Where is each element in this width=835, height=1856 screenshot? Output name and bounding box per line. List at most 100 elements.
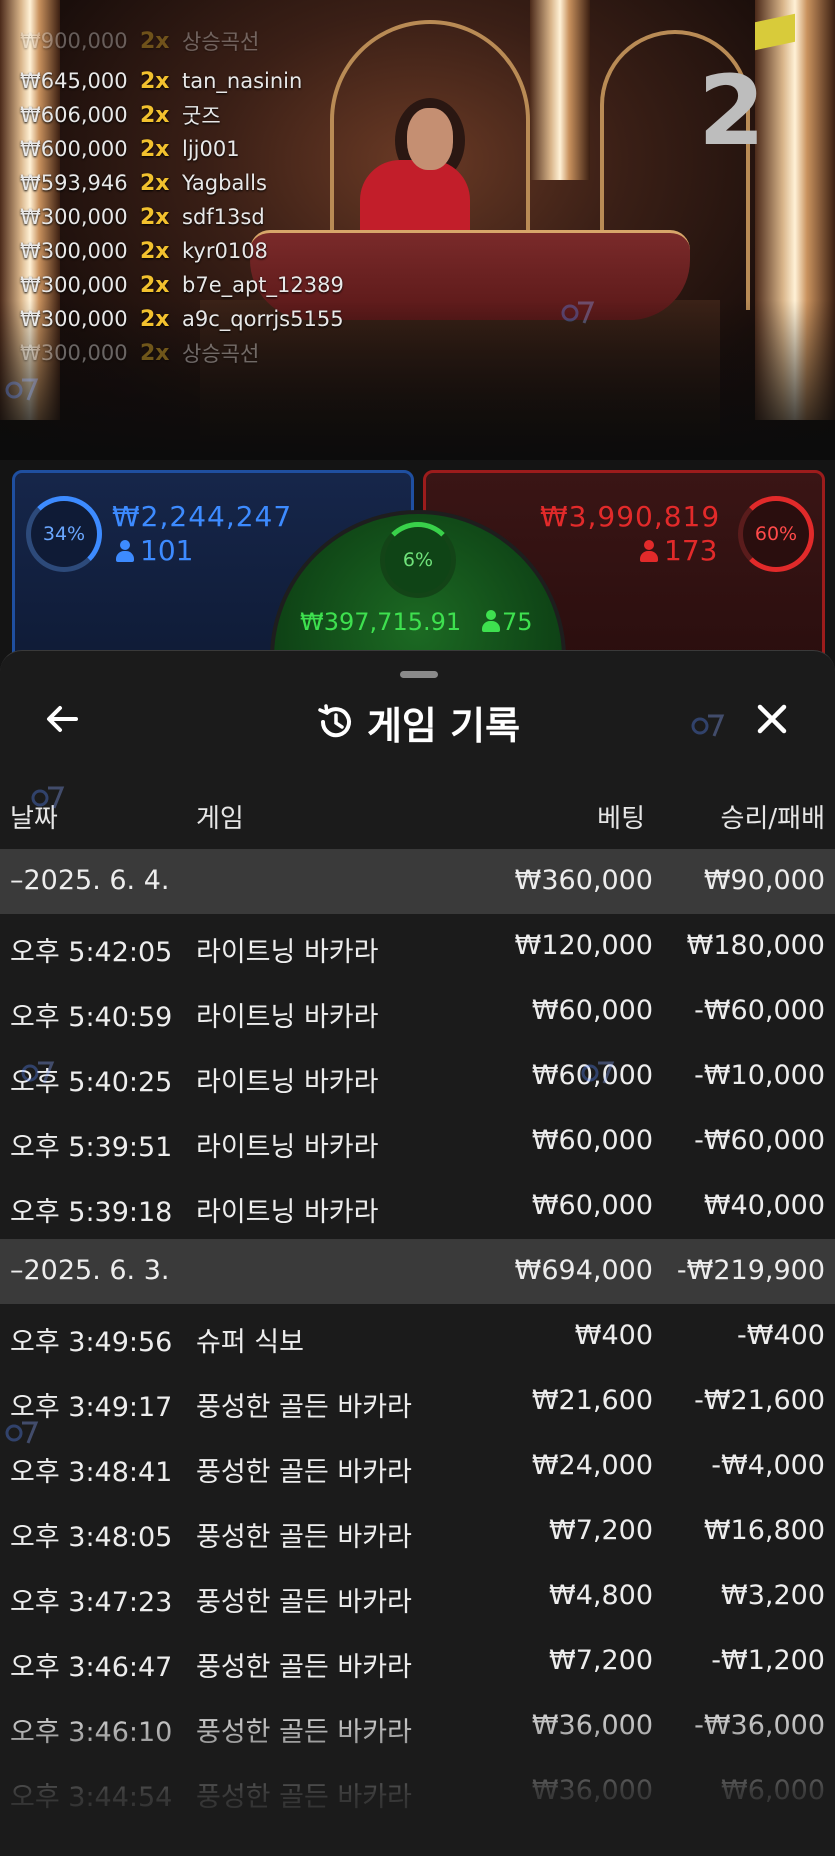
- dealer-face: [407, 108, 453, 170]
- history-winloss: -₩10,000: [694, 1060, 825, 1091]
- history-winloss: ₩16,800: [703, 1515, 825, 1546]
- leaderboard-multiplier: 2x: [140, 238, 170, 264]
- history-bet: ₩120,000: [514, 930, 653, 961]
- player-percent: 34%: [42, 523, 86, 545]
- leaderboard-multiplier: 2x: [140, 102, 170, 128]
- tie-total-bet: ₩397,715.91: [300, 608, 462, 636]
- history-game: 풍성한 골든 바카라: [196, 1587, 412, 1618]
- leaderboard-username: 굿즈: [182, 104, 221, 128]
- history-winloss: -₩4,000: [711, 1450, 825, 1481]
- banker-percent-ring: 60%: [738, 496, 814, 572]
- leaderboard-row: ₩645,000 2x tan_nasinin: [20, 64, 344, 98]
- leaderboard-row: ₩600,000 2x ljj001: [20, 132, 344, 166]
- round-number: 2: [698, 55, 765, 167]
- history-time: 오후 3:49:56: [10, 1327, 173, 1358]
- history-bet: ₩36,000: [531, 1710, 653, 1741]
- history-time: 오후 3:48:41: [10, 1457, 173, 1488]
- history-bet: ₩694,000: [514, 1255, 653, 1286]
- watermark-logo-icon: [4, 1415, 40, 1451]
- history-bet: ₩7,200: [549, 1645, 653, 1676]
- leaderboard-amount: ₩600,000: [20, 137, 128, 161]
- history-bet: ₩60,000: [531, 995, 653, 1026]
- history-game: 풍성한 골든 바카라: [196, 1717, 412, 1748]
- winners-leaderboard-list: ₩645,000 2x tan_nasinin ₩606,000 2x 굿즈 ₩600,00…: [20, 64, 344, 370]
- watermark-logo-icon: [580, 1055, 616, 1091]
- history-row: 오후 3:46:10 풍성한 골든 바카라 ₩36,000 -₩36,000: [0, 1694, 835, 1759]
- history-row: 오후 3:44:54 풍성한 골든 바카라 ₩36,000 ₩6,000: [0, 1759, 835, 1824]
- leaderboard-amount: ₩300,000: [20, 307, 128, 331]
- history-game: 라이트닝 바카라: [196, 1067, 379, 1098]
- tie-count-value: 75: [502, 608, 533, 636]
- leaderboard-row: ₩300,000 2x sdf13sd: [20, 200, 344, 234]
- history-time: 오후 3:44:54: [10, 1782, 173, 1813]
- history-row: 오후 5:42:05 라이트닝 바카라 ₩120,000 ₩180,000: [0, 914, 835, 979]
- history-row: 오후 5:40:59 라이트닝 바카라 ₩60,000 -₩60,000: [0, 979, 835, 1044]
- leaderboard-username: b7e_apt_12389: [182, 273, 344, 297]
- history-time: –2025. 6. 3.: [10, 1255, 170, 1286]
- leaderboard-multiplier: 2x: [140, 306, 170, 332]
- column-header-bet: 베팅: [597, 804, 645, 834]
- leaderboard-row: ₩300,000 2x a9c_qorrjs5155: [20, 302, 344, 336]
- watermark-logo-icon: [560, 295, 596, 331]
- leaderboard-username: a9c_qorrjs5155: [182, 307, 344, 331]
- banker-count-value: 173: [664, 534, 718, 567]
- leaderboard-amount: ₩300,000: [20, 205, 128, 229]
- person-icon: [640, 540, 658, 562]
- person-icon: [116, 540, 134, 562]
- history-time: 오후 5:40:59: [10, 1002, 173, 1033]
- history-winloss: ₩90,000: [703, 865, 825, 896]
- leaderboard-row: ₩300,000 2x b7e_apt_12389: [20, 268, 344, 302]
- history-winloss: ₩40,000: [703, 1190, 825, 1221]
- leaderboard-amount: ₩645,000: [20, 69, 128, 93]
- history-game: 풍성한 골든 바카라: [196, 1522, 412, 1553]
- sheet-drag-handle[interactable]: [400, 671, 438, 678]
- history-game: 라이트닝 바카라: [196, 1002, 379, 1033]
- history-winloss: -₩219,900: [676, 1255, 825, 1286]
- banker-percent: 60%: [754, 523, 798, 545]
- history-row: 오후 3:48:41 풍성한 골든 바카라 ₩24,000 -₩4,000: [0, 1434, 835, 1499]
- leaderboard-row: ₩900,000 2x 상승곡선: [20, 30, 260, 52]
- history-time: 오후 5:39:18: [10, 1197, 173, 1228]
- watermark-logo-icon: [20, 1055, 56, 1091]
- leaderboard-amount: ₩300,000: [20, 273, 128, 297]
- history-time: –2025. 6. 4.: [10, 865, 170, 896]
- leaderboard-multiplier: 2x: [140, 340, 170, 366]
- date-group-row[interactable]: –2025. 6. 4. ₩360,000 ₩90,000: [0, 849, 835, 914]
- history-game: 슈퍼 식보: [196, 1327, 304, 1358]
- history-time: 오후 3:46:10: [10, 1717, 173, 1748]
- leaderboard-username: tan_nasinin: [182, 69, 303, 93]
- history-winloss: -₩1,200: [711, 1645, 825, 1676]
- history-game: 라이트닝 바카라: [196, 937, 379, 968]
- history-bet: ₩7,200: [549, 1515, 653, 1546]
- history-winloss: -₩60,000: [694, 995, 825, 1026]
- player-bettor-count: 101: [116, 534, 193, 567]
- history-row: 오후 3:47:23 풍성한 골든 바카라 ₩4,800 ₩3,200: [0, 1564, 835, 1629]
- date-group-row[interactable]: –2025. 6. 3. ₩694,000 -₩219,900: [0, 1239, 835, 1304]
- column-header-game: 게임: [196, 804, 244, 834]
- winners-leaderboard: ₩900,000 2x 상승곡선: [20, 30, 259, 52]
- history-game: 풍성한 골든 바카라: [196, 1457, 412, 1488]
- tie-bettor-count: 75: [482, 608, 533, 636]
- history-row: 오후 3:48:05 풍성한 골든 바카라 ₩7,200 ₩16,800: [0, 1499, 835, 1564]
- leaderboard-multiplier: 2x: [140, 272, 170, 298]
- history-row: 오후 5:39:51 라이트닝 바카라 ₩60,000 -₩60,000: [0, 1109, 835, 1174]
- history-game: 풍성한 골든 바카라: [196, 1652, 412, 1683]
- close-icon: [757, 704, 787, 734]
- history-game: 라이트닝 바카라: [196, 1132, 379, 1163]
- pillar: [530, 0, 590, 180]
- banker-bettor-count: 173: [640, 534, 717, 567]
- close-button[interactable]: [750, 697, 794, 741]
- leaderboard-username: kyr0108: [182, 239, 268, 263]
- leaderboard-username: 상승곡선: [182, 342, 260, 366]
- player-percent-ring: 34%: [26, 496, 102, 572]
- leaderboard-username: Yagballs: [182, 171, 267, 195]
- history-winloss: -₩21,600: [694, 1385, 825, 1416]
- live-video-stream: ₩900,000 2x 상승곡선 ₩645,000 2x tan_nasinin ₩606…: [0, 0, 835, 460]
- tie-percent: 6%: [402, 549, 434, 571]
- history-bet: ₩60,000: [531, 1125, 653, 1156]
- history-winloss: -₩400: [737, 1320, 825, 1351]
- leaderboard-row: ₩300,000 2x kyr0108: [20, 234, 344, 268]
- leaderboard-amount: ₩606,000: [20, 103, 128, 127]
- history-row: 오후 5:39:18 라이트닝 바카라 ₩60,000 ₩40,000: [0, 1174, 835, 1239]
- history-time: 오후 5:42:05: [10, 937, 173, 968]
